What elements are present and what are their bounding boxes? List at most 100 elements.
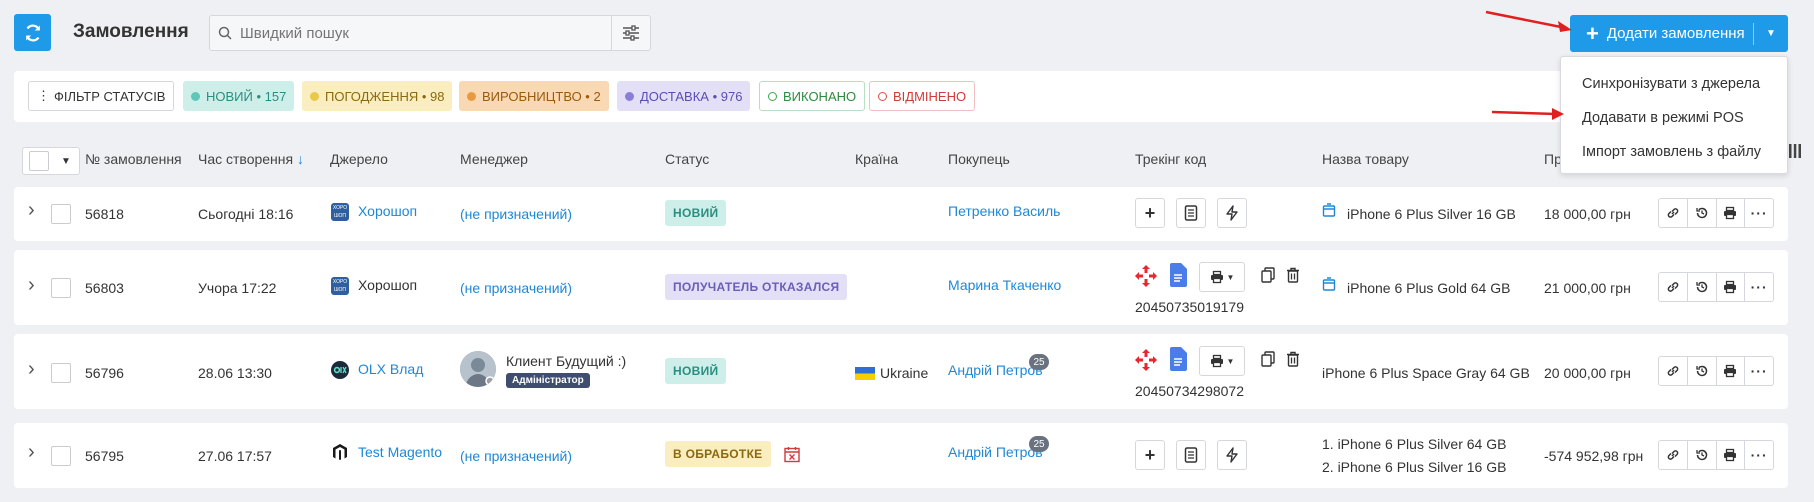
source-link[interactable]: OLX Влад: [358, 361, 423, 377]
table-row[interactable]: › 56803 Учора 17:22 ХОРО ШОП Хорошоп (не …: [14, 250, 1788, 325]
column-header-country[interactable]: Країна: [855, 151, 898, 167]
more-horizontal-icon[interactable]: ···: [1745, 273, 1773, 301]
status-badge[interactable]: ПОЛУЧАТЕЛЬ ОТКАЗАЛСЯ: [665, 274, 848, 300]
cancel-calendar-icon[interactable]: [784, 446, 800, 466]
row-checkbox[interactable]: [51, 363, 71, 383]
print-dropdown-button[interactable]: ▼: [1199, 262, 1245, 292]
source-link[interactable]: Хорошоп: [358, 203, 417, 219]
history-icon[interactable]: [1688, 199, 1717, 227]
more-horizontal-icon[interactable]: ···: [1745, 441, 1773, 469]
more-horizontal-icon[interactable]: ···: [1745, 357, 1773, 385]
dropdown-item-import[interactable]: Імпорт замовлень з файлу: [1561, 135, 1787, 169]
history-icon[interactable]: [1688, 273, 1717, 301]
table-row[interactable]: › 56795 27.06 17:57 Test Magento (не при…: [14, 423, 1788, 488]
buyer-orders-count: 25: [1029, 354, 1049, 370]
select-all-checkbox[interactable]: [29, 151, 49, 171]
row-checkbox[interactable]: [51, 278, 71, 298]
select-all-control: ▼: [22, 147, 80, 175]
link-icon[interactable]: [1659, 441, 1688, 469]
manager-link[interactable]: (не призначений): [460, 280, 572, 296]
order-id[interactable]: 56795: [85, 448, 124, 464]
status-chip-delivery[interactable]: ДОСТАВКА • 976: [617, 81, 751, 111]
expand-chevron-icon[interactable]: ›: [28, 274, 35, 297]
print-icon[interactable]: [1717, 357, 1746, 385]
add-order-button[interactable]: + Додати замовлення: [1570, 15, 1753, 52]
filter-settings-button[interactable]: [611, 16, 650, 50]
refresh-button[interactable]: [14, 14, 51, 51]
product-line[interactable]: 1. iPhone 6 Plus Silver 64 GB: [1322, 436, 1506, 452]
row-checkbox[interactable]: [51, 446, 71, 466]
source-link[interactable]: Test Magento: [358, 444, 442, 460]
row-actions: ···: [1658, 272, 1774, 302]
link-icon[interactable]: [1659, 357, 1688, 385]
status-dot-icon: [625, 91, 634, 101]
print-icon[interactable]: [1717, 441, 1746, 469]
search-input[interactable]: [240, 24, 610, 42]
status-badge[interactable]: НОВИЙ: [665, 358, 727, 384]
expand-chevron-icon[interactable]: ›: [28, 358, 35, 381]
quick-action-button[interactable]: [1217, 440, 1247, 470]
add-tracking-button[interactable]: +: [1135, 440, 1165, 470]
product-name[interactable]: iPhone 6 Plus Space Gray 64 GB: [1322, 365, 1530, 381]
row-checkbox[interactable]: [51, 204, 71, 224]
product-name[interactable]: iPhone 6 Plus Gold 64 GB: [1347, 280, 1510, 296]
add-order-dropdown-toggle[interactable]: ▼: [1754, 28, 1788, 39]
column-header-status[interactable]: Статус: [665, 151, 709, 167]
table-row[interactable]: › 56796 28.06 13:30 OLX Влад Клиент Буду…: [14, 334, 1788, 409]
trash-icon[interactable]: [1286, 351, 1300, 370]
table-row[interactable]: › 56818 Сьогодні 18:16 ХОРО ШОП Хорошоп (…: [14, 187, 1788, 241]
expand-chevron-icon[interactable]: ›: [28, 199, 35, 222]
document-blue-icon[interactable]: [1169, 263, 1187, 290]
status-chip-cancelled[interactable]: ВІДМІНЕНО: [869, 81, 976, 111]
document-button[interactable]: [1176, 440, 1206, 470]
expand-chevron-icon[interactable]: ›: [28, 441, 35, 464]
trash-icon[interactable]: [1286, 267, 1300, 286]
order-id[interactable]: 56796: [85, 365, 124, 381]
status-badge[interactable]: НОВИЙ: [665, 200, 727, 226]
manager-link[interactable]: (не призначений): [460, 206, 572, 222]
column-header-product[interactable]: Назва товару: [1322, 151, 1409, 167]
tracking-code[interactable]: 20450734298072: [1135, 383, 1244, 399]
column-header-manager[interactable]: Менеджер: [460, 151, 528, 167]
dropdown-item-sync[interactable]: Синхронізувати з джерела: [1561, 67, 1787, 101]
print-icon[interactable]: [1717, 199, 1746, 227]
order-id[interactable]: 56803: [85, 280, 124, 296]
status-chip-approval[interactable]: ПОГОДЖЕННЯ • 98: [302, 81, 453, 111]
columns-toggle-icon[interactable]: [1788, 143, 1804, 161]
history-icon[interactable]: [1688, 357, 1717, 385]
copy-icon[interactable]: [1261, 267, 1275, 286]
lightning-icon: [1226, 447, 1238, 463]
status-chip-production[interactable]: ВИРОБНИЦТВО • 2: [459, 81, 609, 111]
link-icon[interactable]: [1659, 273, 1688, 301]
caret-down-icon[interactable]: ▼: [61, 156, 71, 167]
manager-link[interactable]: (не призначений): [460, 448, 572, 464]
dropdown-item-pos[interactable]: Додавати в режимі POS: [1561, 101, 1787, 135]
tracking-code[interactable]: 20450735019179: [1135, 299, 1244, 315]
buyer-link[interactable]: Петренко Василь: [948, 203, 1060, 219]
status-chip-new[interactable]: НОВИЙ • 157: [183, 81, 295, 111]
column-header-tracking[interactable]: Трекінг код: [1135, 151, 1206, 167]
add-tracking-button[interactable]: +: [1135, 198, 1165, 228]
ukraine-flag-icon: [855, 367, 875, 380]
document-blue-icon[interactable]: [1169, 347, 1187, 374]
order-id[interactable]: 56818: [85, 206, 124, 222]
status-filter-button[interactable]: ⋮ ФІЛЬТР СТАТУСІВ: [28, 81, 175, 111]
column-header-created[interactable]: Час створення ↓: [198, 151, 304, 167]
column-header-order-id[interactable]: № замовлення: [85, 151, 182, 167]
column-header-buyer[interactable]: Покупець: [948, 151, 1010, 167]
product-name[interactable]: iPhone 6 Plus Silver 16 GB: [1347, 206, 1516, 222]
history-icon[interactable]: [1688, 441, 1717, 469]
document-button[interactable]: [1176, 198, 1206, 228]
product-line[interactable]: 2. iPhone 6 Plus Silver 16 GB: [1322, 459, 1506, 475]
quick-action-button[interactable]: [1217, 198, 1247, 228]
status-chip-done[interactable]: ВИКОНАНО: [759, 81, 866, 111]
print-icon[interactable]: [1717, 273, 1746, 301]
link-icon[interactable]: [1659, 199, 1688, 227]
column-header-source[interactable]: Джерело: [330, 151, 388, 167]
status-badge[interactable]: В ОБРАБОТКЕ: [665, 441, 771, 467]
print-dropdown-button[interactable]: ▼: [1199, 346, 1245, 376]
copy-icon[interactable]: [1261, 351, 1275, 370]
more-horizontal-icon[interactable]: ···: [1745, 199, 1773, 227]
buyer-link[interactable]: Марина Ткаченко: [948, 277, 1061, 293]
manager-name[interactable]: Клиент Будущий :): [506, 353, 626, 369]
